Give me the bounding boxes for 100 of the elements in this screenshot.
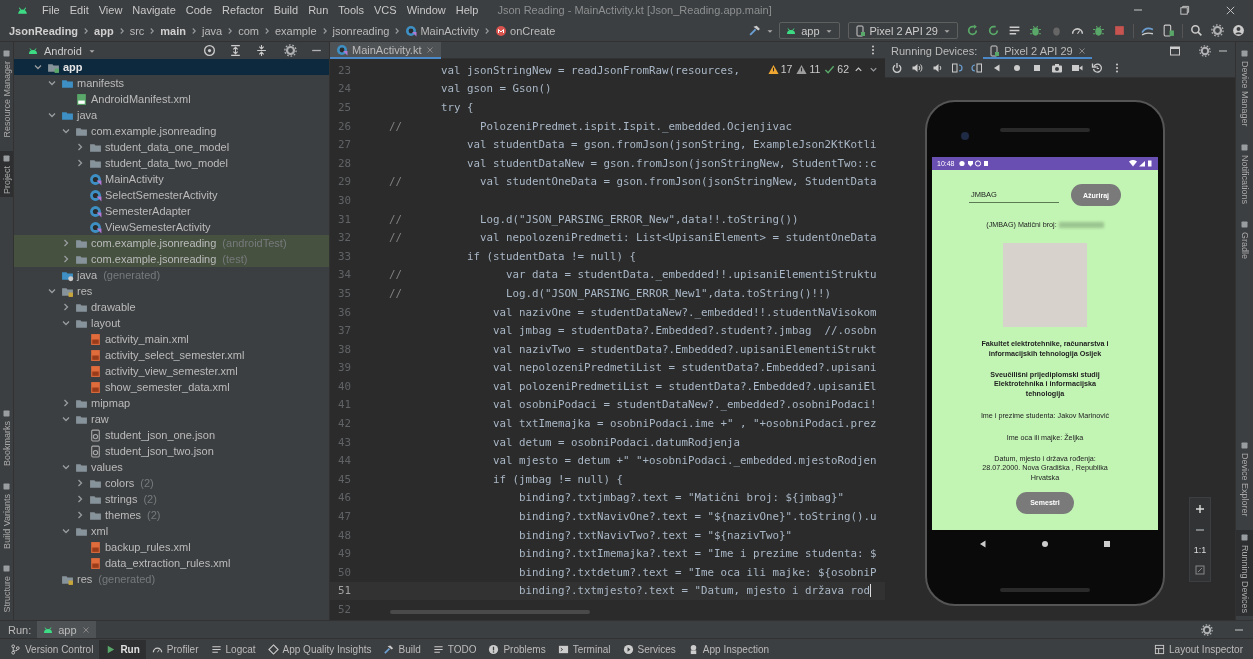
home-icon[interactable] — [1011, 62, 1023, 74]
tool-window-tab[interactable]: Bookmarks — [0, 405, 13, 469]
tree-item[interactable]: com.example.jsonreading (androidTest) — [14, 235, 329, 251]
tool-window-tab[interactable]: Device Explorer — [1236, 438, 1253, 520]
tool-window-tab[interactable]: Notifications — [1236, 139, 1253, 207]
tree-item[interactable]: raw — [14, 411, 329, 427]
tree-item[interactable]: xml — [14, 523, 329, 539]
tree-item[interactable]: layout — [14, 315, 329, 331]
tool-window-tab[interactable]: Build Variants — [0, 478, 13, 552]
tool-window-button[interactable]: Problems — [482, 639, 552, 659]
configuration-dropdown[interactable]: app — [779, 22, 840, 39]
breadcrumb[interactable]: jsonreading — [332, 24, 390, 37]
tool-window-tab[interactable]: Resource Manager — [0, 46, 13, 141]
tree-item[interactable]: java (generated) — [14, 267, 329, 283]
tree-item[interactable]: student_data_one_model — [14, 139, 329, 155]
menu-item[interactable]: Tools — [333, 4, 369, 16]
tree-item[interactable]: app — [14, 59, 329, 75]
home-icon[interactable] — [1039, 538, 1051, 550]
reset-icon[interactable] — [1091, 62, 1103, 74]
overview-icon[interactable] — [1101, 538, 1113, 550]
device-tab[interactable]: Pixel 2 API 29 — [983, 42, 1092, 59]
settings-icon[interactable] — [1211, 24, 1224, 37]
rotate-left-icon[interactable] — [951, 62, 963, 74]
tree-item[interactable]: SelectSemesterActivity — [14, 187, 329, 203]
tree-item[interactable]: MainActivity — [14, 171, 329, 187]
breadcrumb[interactable]: app — [94, 24, 114, 37]
settings-icon[interactable] — [1201, 623, 1213, 636]
tool-window-button[interactable]: Profiler — [145, 639, 205, 659]
menu-item[interactable]: Refactor — [217, 4, 269, 16]
locate-icon[interactable] — [203, 44, 216, 57]
editor-tab[interactable]: MainActivity.kt — [330, 42, 442, 59]
settings-icon[interactable] — [1199, 44, 1211, 57]
tree-item[interactable]: activity_select_semester.xml — [14, 347, 329, 363]
camera-icon[interactable] — [1051, 62, 1063, 74]
power-icon[interactable] — [891, 62, 903, 74]
account-icon[interactable] — [1232, 24, 1245, 37]
device-dropdown[interactable]: Pixel 2 API 29 — [847, 22, 958, 39]
tree-item[interactable]: values — [14, 459, 329, 475]
tool-window-tab[interactable]: Structure — [0, 561, 13, 616]
tool-window-button[interactable]: Terminal — [551, 639, 617, 659]
tool-window-button[interactable]: Services — [616, 639, 682, 659]
breadcrumb[interactable]: main — [160, 24, 186, 37]
stop-icon[interactable] — [1113, 24, 1126, 37]
device-manager-icon[interactable] — [1162, 24, 1175, 37]
tree-item[interactable]: mipmap — [14, 395, 329, 411]
tree-item[interactable]: manifests — [14, 75, 329, 91]
menu-item[interactable]: Code — [180, 4, 218, 16]
tree-item[interactable]: com.example.jsonreading — [14, 123, 329, 139]
tool-window-tab[interactable]: Gradle — [1236, 216, 1253, 262]
tree-item[interactable]: res — [14, 283, 329, 299]
tree-item[interactable]: AndroidManifest.xml — [14, 91, 329, 107]
breadcrumb[interactable]: java — [202, 24, 223, 37]
menu-item[interactable]: Navigate — [127, 4, 181, 16]
tree-item[interactable]: java — [14, 107, 329, 123]
volume-down-icon[interactable] — [931, 62, 943, 74]
volume-up-icon[interactable] — [911, 62, 923, 74]
overview-icon[interactable] — [1031, 62, 1043, 74]
tree-item[interactable]: data_extraction_rules.xml — [14, 555, 329, 571]
close-icon[interactable] — [1076, 45, 1087, 56]
rerun-icon[interactable] — [966, 24, 979, 37]
breadcrumb[interactable]: example — [274, 24, 317, 37]
settings-icon[interactable] — [284, 44, 297, 57]
tree-item[interactable]: colors (2) — [14, 475, 329, 491]
close-icon[interactable] — [1224, 4, 1236, 16]
inspection-count[interactable]: 11 — [809, 63, 821, 75]
tree-item[interactable]: activity_main.xml — [14, 331, 329, 347]
tree-item[interactable]: com.example.jsonreading (test) — [14, 251, 329, 267]
tree-item[interactable]: backup_rules.xml — [14, 539, 329, 555]
list-icon[interactable] — [1008, 24, 1021, 37]
tool-window-button[interactable]: TODO — [426, 639, 483, 659]
tree-item[interactable]: student_json_one.json — [14, 427, 329, 443]
breadcrumb[interactable]: src — [129, 24, 145, 37]
menu-item[interactable]: Build — [268, 4, 304, 16]
hammer-icon[interactable] — [748, 24, 762, 37]
inspection-count[interactable]: 62 — [837, 63, 849, 75]
expand-all-icon[interactable] — [229, 44, 242, 57]
tree-item[interactable]: res (generated) — [14, 571, 329, 587]
tool-window-button[interactable]: Version Control — [4, 639, 100, 659]
tree-item[interactable]: SemesterAdapter — [14, 203, 329, 219]
fit-screen-icon[interactable] — [1194, 564, 1206, 576]
tool-window-tab[interactable]: Device Manager — [1236, 46, 1253, 130]
window-icon[interactable] — [1169, 44, 1181, 57]
menu-item[interactable]: Help — [450, 4, 484, 16]
inspection-count[interactable]: 17 — [780, 63, 793, 75]
tree-item[interactable]: student_data_two_model — [14, 155, 329, 171]
breadcrumb[interactable]: onCreate — [510, 24, 556, 37]
search-icon[interactable] — [1190, 24, 1203, 37]
tree-item[interactable]: show_semester_data.xml — [14, 379, 329, 395]
menu-item[interactable]: VCS — [369, 4, 402, 16]
layout-inspector-button[interactable]: Layout Inspector — [1148, 639, 1249, 659]
tool-window-tab[interactable]: Running Devices — [1236, 529, 1253, 616]
tool-window-button[interactable]: Logcat — [204, 639, 262, 659]
zoom-in-icon[interactable] — [1194, 503, 1206, 515]
tool-window-button[interactable]: Run — [99, 639, 146, 659]
bug-icon[interactable] — [1029, 24, 1042, 37]
breadcrumb[interactable]: com — [238, 24, 259, 37]
menu-item[interactable]: View — [93, 4, 128, 16]
collapse-all-icon[interactable] — [255, 44, 268, 57]
menu-item[interactable]: File — [37, 4, 65, 16]
tool-window-tab[interactable]: Project — [0, 150, 13, 197]
